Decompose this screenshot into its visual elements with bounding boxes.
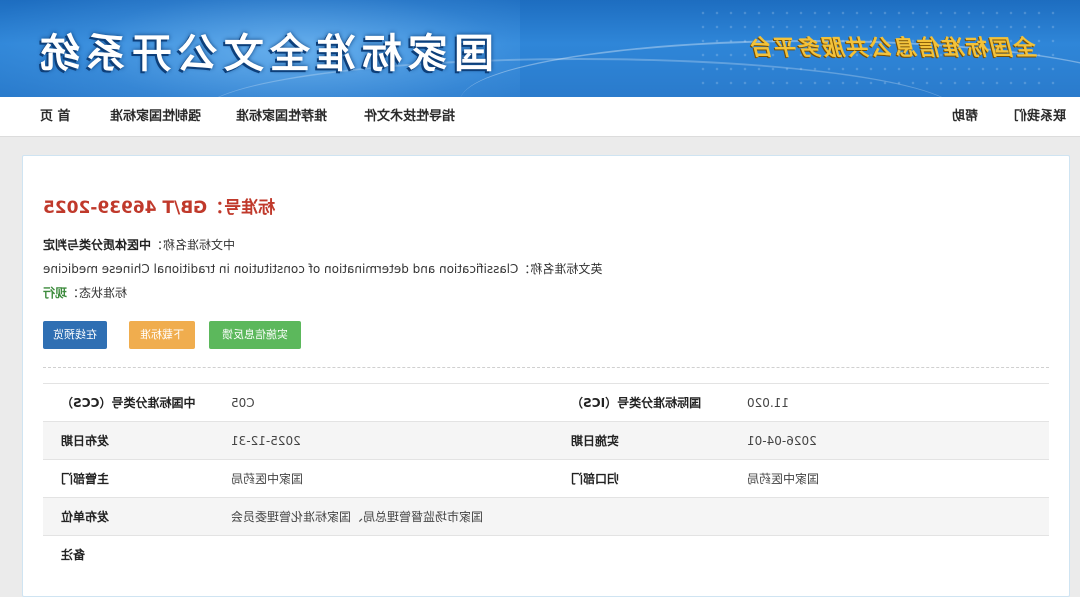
table-row: 11.020 国际标准分类号（ICS） C05 中国标准分类号（CCS） [43,383,1049,422]
standard-detail-card: 标准号：GB/T 46939-2025 中文标准名称：中医体质分类与判定 英文标… [22,155,1070,597]
standard-detail-table: 11.020 国际标准分类号（ICS） C05 中国标准分类号（CCS） 202… [43,383,1049,573]
divider [43,367,1049,368]
download-standard-button[interactable]: 下载标准 [129,321,195,349]
cn-name: 中医体质分类与判定 [43,238,152,252]
central-dept-label: 归口部门 [571,459,741,498]
table-row: 国家中医药局 归口部门 国家中医药局 主管部门 [43,459,1049,498]
implementation-date-value: 2026-04-01 [741,421,1049,460]
publish-date-value: 2025-12-31 [225,421,571,460]
status-badge: 现行 [43,286,68,300]
standard-number: GB/T 46939-2025 [43,198,208,218]
implementation-feedback-button[interactable]: 实施信息反馈 [209,321,301,349]
site-banner: 国家标准全文公开系统 全国标准信息公共服务平台 [0,0,1080,97]
status-label: 标准状态： [67,286,128,300]
dept-value: 国家中医药局 [225,459,571,498]
implementation-date-label: 实施日期 [571,421,741,460]
table-row: 备注 [43,535,1049,573]
en-name-label: 英文标准名称： [518,262,603,276]
ics-label: 国际标准分类号（ICS） [571,383,741,422]
cn-name-row: 中文标准名称：中医体质分类与判定 [43,236,235,253]
ccs-value: C05 [225,383,571,422]
top-nav: 首 页 强制性国家标准 推荐性国家标准 指导性技术文件 帮助 联系我们 [0,97,1080,137]
nav-help[interactable]: 帮助 [952,97,978,136]
standard-number-label: 标准号： [207,198,276,218]
table-row: 2026-04-01 实施日期 2025-12-31 发布日期 [43,421,1049,460]
site-slogan: 全国标准信息公共服务平台 [749,35,1038,61]
publisher-label: 发布单位 [43,497,225,536]
publisher-value: 国家市场监督管理总局、国家标准化管理委员会 [225,497,571,536]
en-name: Classification and determination of cons… [43,262,519,276]
dept-label: 主管部门 [43,459,225,498]
nav-contact-us[interactable]: 联系我们 [1014,97,1066,136]
nav-home[interactable]: 首 页 [40,97,71,136]
central-dept-value: 国家中医药局 [741,459,1049,498]
cn-name-label: 中文标准名称： [151,238,236,252]
ics-value: 11.020 [741,383,1049,422]
table-row: 国家市场监督管理总局、国家标准化管理委员会 发布单位 [43,497,1049,536]
ccs-label: 中国标准分类号（CCS） [43,383,225,422]
publish-date-label: 发布日期 [43,421,225,460]
online-preview-button[interactable]: 在线预览 [43,321,107,349]
en-name-row: 英文标准名称：Classification and determination … [43,260,602,277]
nav-mandatory-standards[interactable]: 强制性国家标准 [110,97,201,136]
remark-label: 备注 [43,535,225,573]
nav-recommended-standards[interactable]: 推荐性国家标准 [236,97,327,136]
status-row: 标准状态：现行 [43,284,127,301]
standard-number-heading: 标准号：GB/T 46939-2025 [43,193,275,218]
remark-value [225,535,571,573]
page: 国家标准全文公开系统 全国标准信息公共服务平台 首 页 强制性国家标准 推荐性国… [0,0,1080,597]
site-title: 国家标准全文公开系统 [34,31,494,77]
nav-guidance-documents[interactable]: 指导性技术文件 [364,97,455,136]
